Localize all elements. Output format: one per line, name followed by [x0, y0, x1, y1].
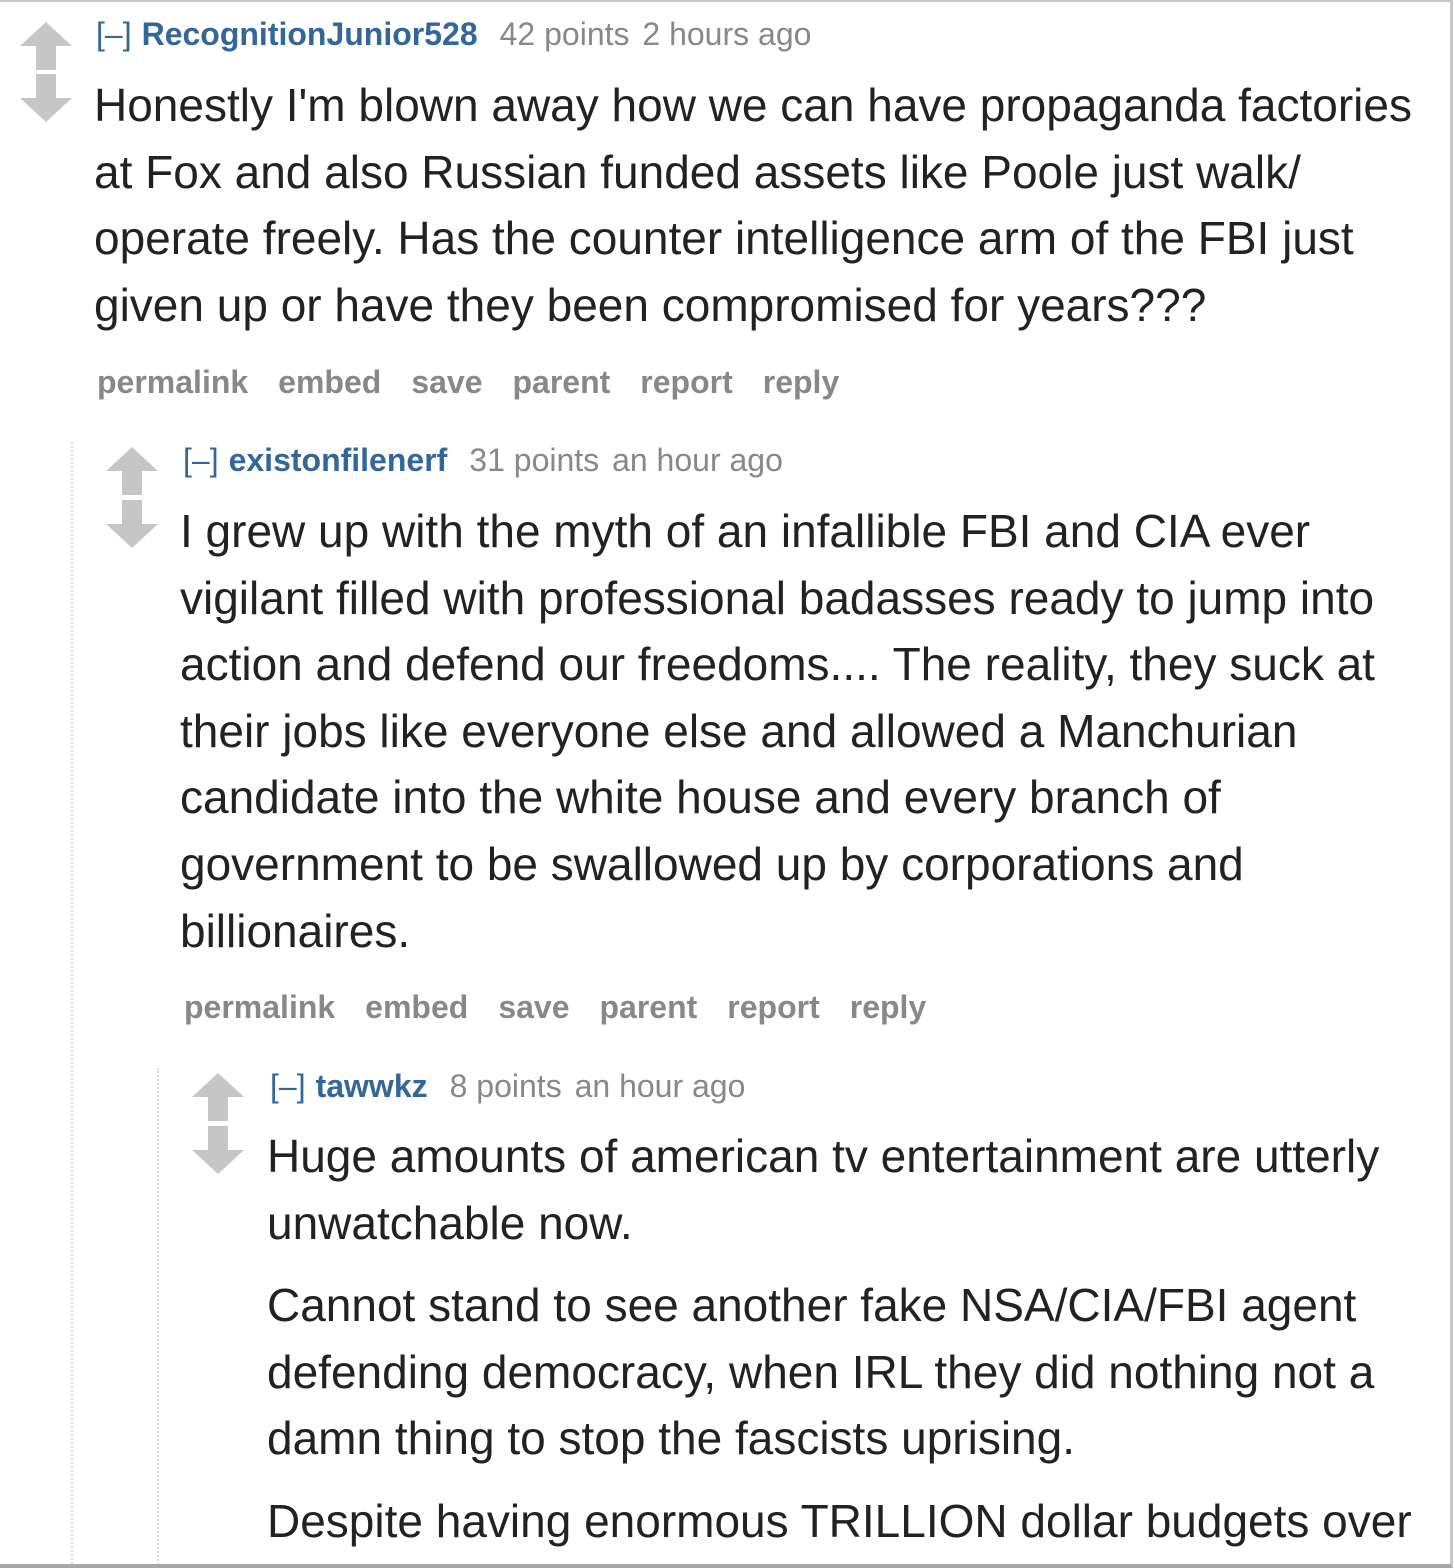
score: 8 points	[449, 1068, 562, 1104]
comment-paragraph: Honestly I'm blown away how we can have …	[94, 79, 1412, 331]
comment-tagline: [–] tawwkz 8 points an hour ago	[270, 1066, 745, 1106]
permalink-button[interactable]: permalink	[184, 989, 335, 1025]
comment-body: Honestly I'm blown away how we can have …	[94, 72, 1439, 338]
downvote-arrow-icon[interactable]	[106, 500, 158, 548]
collapse-toggle[interactable]: [–]	[183, 442, 219, 478]
author-link[interactable]: existonfilenerf	[229, 442, 448, 478]
comment-buttons: permalink embed save parent report reply	[184, 987, 956, 1027]
comment-body: I grew up with the myth of an infallible…	[180, 498, 1420, 964]
collapse-toggle[interactable]: [–]	[96, 16, 132, 52]
comment-thread: [–] RecognitionJunior528 42 points 2 hours…	[0, 0, 1453, 1568]
child-thread-line[interactable]	[71, 442, 73, 1564]
save-button[interactable]: save	[498, 989, 569, 1025]
downvote-arrow-icon[interactable]	[192, 1126, 244, 1174]
comment-paragraph: Despite having enormous TRILLION dollar …	[267, 1494, 1412, 1547]
comment-buttons: permalink embed save parent report reply	[97, 362, 869, 402]
upvote-arrow-icon[interactable]	[106, 447, 158, 495]
child-thread-line[interactable]	[157, 1068, 159, 1564]
downvote-arrow-icon[interactable]	[20, 74, 72, 122]
embed-button[interactable]: embed	[365, 989, 468, 1025]
permalink-button[interactable]: permalink	[97, 364, 248, 400]
comment-tagline: [–] RecognitionJunior528 42 points 2 hours…	[96, 14, 811, 54]
save-button[interactable]: save	[411, 364, 482, 400]
report-button[interactable]: report	[640, 364, 732, 400]
reply-button[interactable]: reply	[850, 989, 926, 1025]
report-button[interactable]: report	[727, 989, 819, 1025]
timestamp: an hour ago	[574, 1068, 746, 1104]
comment-paragraph: Cannot stand to see another fake NSA/CIA…	[267, 1279, 1375, 1465]
parent-button[interactable]: parent	[600, 989, 698, 1025]
comment-paragraph: Huge amounts of american tv entertainmen…	[267, 1130, 1380, 1249]
author-link[interactable]: RecognitionJunior528	[142, 16, 478, 52]
upvote-arrow-icon[interactable]	[20, 22, 72, 70]
timestamp: an hour ago	[612, 442, 783, 478]
reply-button[interactable]: reply	[763, 364, 839, 400]
embed-button[interactable]: embed	[278, 364, 381, 400]
upvote-arrow-icon[interactable]	[192, 1073, 244, 1121]
author-link[interactable]: tawwkz	[316, 1068, 428, 1104]
parent-button[interactable]: parent	[513, 364, 611, 400]
score: 31 points	[469, 442, 600, 478]
score: 42 points	[499, 16, 630, 52]
collapse-toggle[interactable]: [–]	[270, 1068, 306, 1104]
timestamp: 2 hours ago	[642, 16, 812, 52]
comment-body: Huge amounts of american tv entertainmen…	[267, 1123, 1427, 1555]
comment-paragraph: I grew up with the myth of an infallible…	[180, 505, 1375, 957]
comment-tagline: [–] existonfilenerf 31 points an hour ago	[183, 440, 783, 480]
